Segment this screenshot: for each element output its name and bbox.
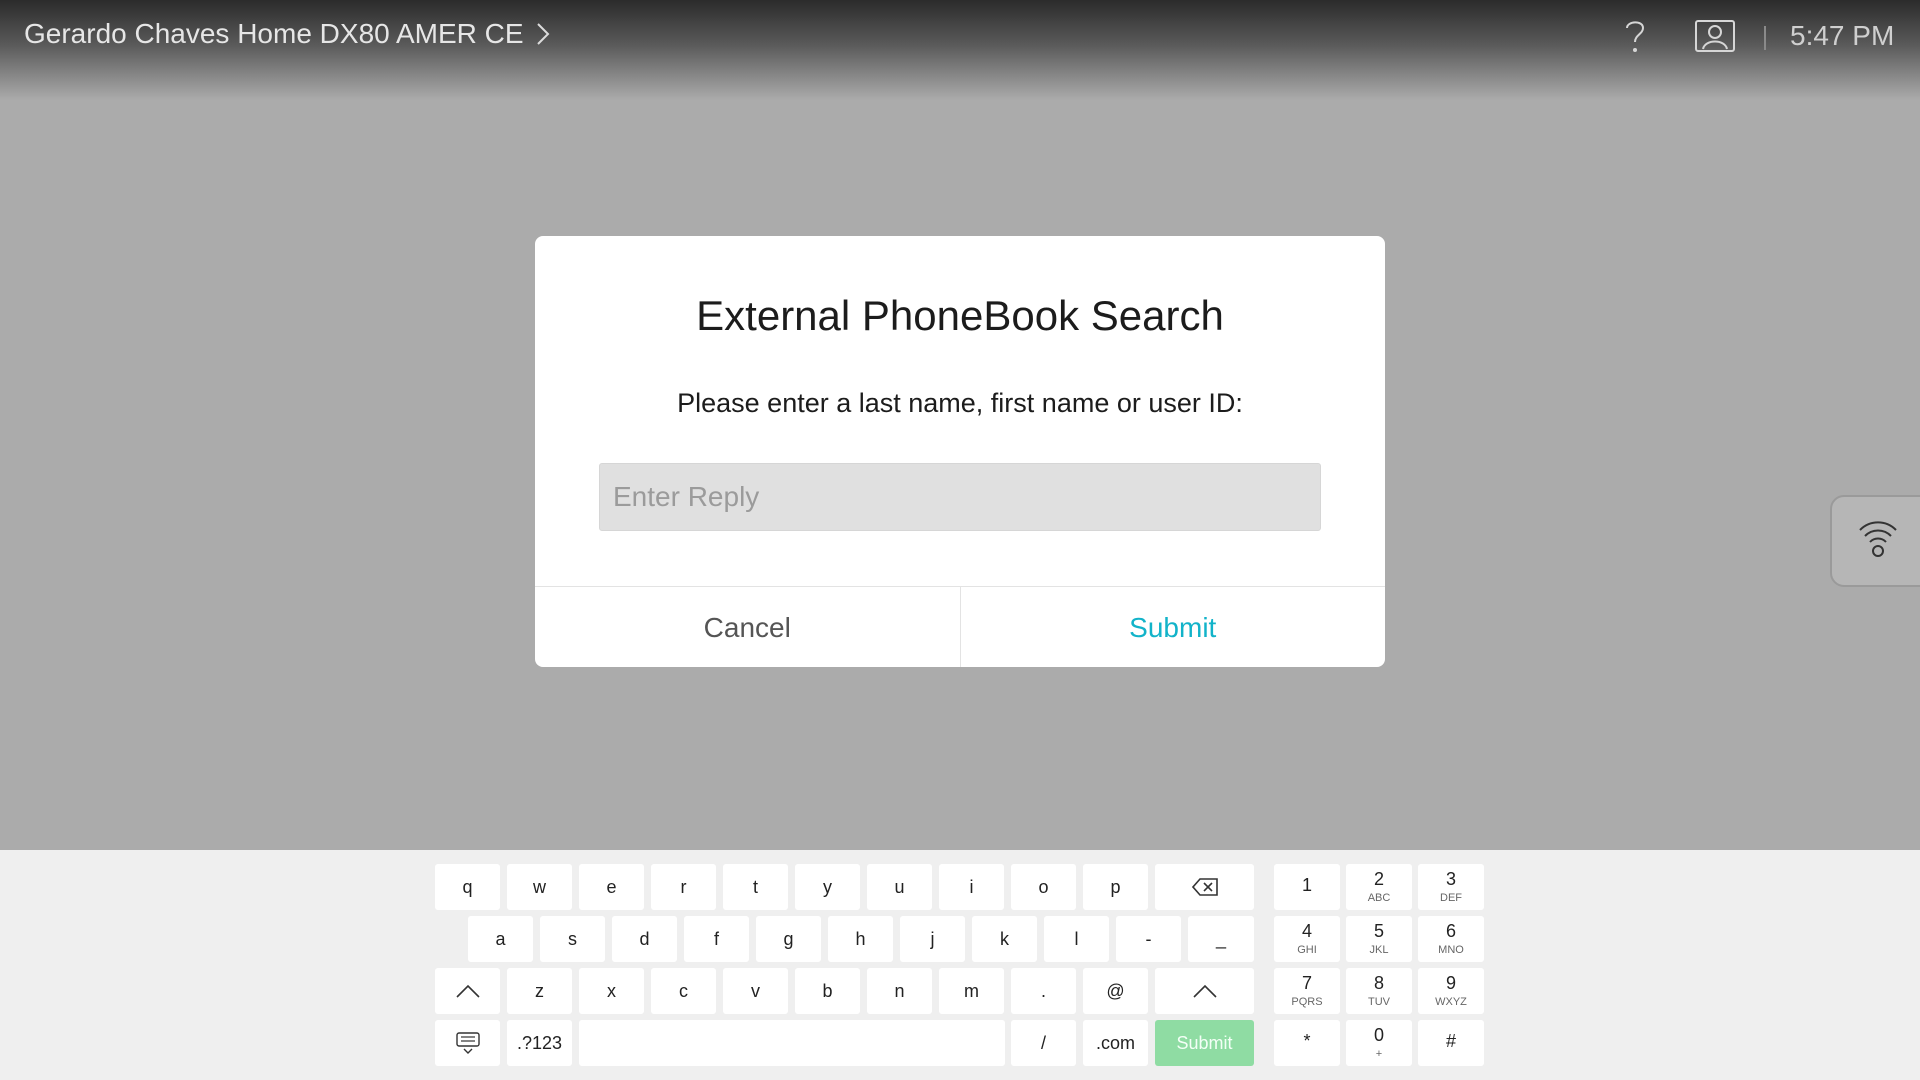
backspace-key[interactable]	[1155, 864, 1254, 910]
hide-keyboard-key[interactable]	[435, 1020, 500, 1066]
key-hyphen[interactable]: -	[1116, 916, 1181, 962]
key-q[interactable]: q	[435, 864, 500, 910]
key-v[interactable]: v	[723, 968, 788, 1014]
dialog-prompt: Please enter a last name, first name or …	[677, 388, 1243, 418]
key-s[interactable]: s	[540, 916, 605, 962]
key-m[interactable]: m	[939, 968, 1004, 1014]
numpad-digit: 9	[1445, 973, 1456, 993]
key-b[interactable]: b	[795, 968, 860, 1014]
key-z[interactable]: z	[507, 968, 572, 1014]
cancel-button[interactable]: Cancel	[535, 587, 961, 667]
help-icon[interactable]	[1618, 16, 1652, 56]
header-divider	[1764, 26, 1766, 50]
symbols-key[interactable]: .?123	[507, 1020, 572, 1066]
shift-key-left[interactable]	[435, 968, 500, 1014]
numpad-digit: 8	[1373, 973, 1384, 993]
keyboard-submit-key[interactable]: Submit	[1155, 1020, 1254, 1066]
numpad-key-9[interactable]: 9 WXYZ	[1418, 968, 1484, 1014]
top-bar: Gerardo Chaves Home DX80 AMER CE 5:47 PM	[0, 0, 1920, 100]
numpad-key-5[interactable]: 5 JKL	[1346, 916, 1412, 962]
key-j[interactable]: j	[900, 916, 965, 962]
numpad-key-7[interactable]: 7 PQRS	[1274, 968, 1340, 1014]
clock: 5:47 PM	[1790, 20, 1895, 51]
hide-keyboard-icon	[455, 1032, 480, 1054]
key-slash[interactable]: /	[1011, 1020, 1076, 1066]
key-e[interactable]: e	[579, 864, 644, 910]
key-at[interactable]: @	[1083, 968, 1148, 1014]
numpad-key-star[interactable]: *	[1274, 1020, 1340, 1066]
key-underscore[interactable]: _	[1188, 916, 1254, 962]
key-o[interactable]: o	[1011, 864, 1076, 910]
numpad-letters: PQRS	[1291, 996, 1323, 1008]
device-name-menu[interactable]: Gerardo Chaves Home DX80 AMER CE	[24, 18, 552, 50]
numpad-letters: ABC	[1367, 892, 1391, 904]
numpad-digit: 1	[1301, 874, 1312, 895]
numpad-key-1[interactable]: 1	[1274, 864, 1340, 910]
key-u[interactable]: u	[867, 864, 932, 910]
numpad-letters: MNO	[1438, 944, 1464, 956]
backspace-icon	[1191, 878, 1218, 896]
numpad-digit: 6	[1445, 921, 1456, 941]
key-a[interactable]: a	[468, 916, 533, 962]
device-name-label: Gerardo Chaves Home DX80 AMER CE	[24, 18, 524, 49]
submit-button[interactable]: Submit	[961, 587, 1386, 667]
space-key[interactable]	[579, 1020, 1005, 1066]
numpad-digit: 4	[1301, 921, 1312, 941]
dialog-actions: Cancel Submit	[535, 586, 1385, 667]
shift-key-right[interactable]	[1155, 968, 1254, 1014]
numpad-digit: #	[1445, 1030, 1456, 1051]
numpad-digit: 7	[1301, 973, 1312, 993]
numpad-key-8[interactable]: 8 TUV	[1346, 968, 1412, 1014]
numpad-letters: JKL	[1369, 944, 1389, 956]
wireless-share-tab[interactable]	[1830, 495, 1920, 587]
key-period[interactable]: .	[1011, 968, 1076, 1014]
key-k[interactable]: k	[972, 916, 1037, 962]
numpad-letters: +	[1375, 1048, 1383, 1060]
numpad-digit: 5	[1373, 921, 1384, 941]
numpad-key-6[interactable]: 6 MNO	[1418, 916, 1484, 962]
chevron-right-icon	[536, 23, 549, 45]
key-h[interactable]: h	[828, 916, 893, 962]
numpad-letters: DEF	[1440, 892, 1462, 904]
key-l[interactable]: l	[1044, 916, 1109, 962]
key-r[interactable]: r	[651, 864, 716, 910]
key-d[interactable]: d	[612, 916, 677, 962]
numpad-digit: 3	[1445, 869, 1456, 889]
numpad-key-4[interactable]: 4 GHI	[1274, 916, 1340, 962]
key-x[interactable]: x	[579, 968, 644, 1014]
key-t[interactable]: t	[723, 864, 788, 910]
numpad-digit: 2	[1373, 869, 1384, 889]
numpad-digit: *	[1303, 1030, 1311, 1051]
wireless-share-icon	[1859, 521, 1897, 557]
shift-icon	[455, 984, 480, 998]
reply-input[interactable]	[599, 463, 1321, 531]
numpad-key-3[interactable]: 3 DEF	[1418, 864, 1484, 910]
numpad-letters: GHI	[1297, 944, 1317, 956]
key-c[interactable]: c	[651, 968, 716, 1014]
numpad-letters: TUV	[1368, 996, 1390, 1008]
phonebook-search-dialog: External PhoneBook Search Please enter a…	[535, 236, 1385, 667]
numpad-key-0[interactable]: 0 +	[1346, 1020, 1412, 1066]
on-screen-keyboard: q w e r t y u i o p a s d f g h j k l - …	[0, 850, 1920, 1080]
shift-icon	[1192, 984, 1217, 998]
key-w[interactable]: w	[507, 864, 572, 910]
contact-card-icon[interactable]	[1694, 18, 1736, 54]
key-y[interactable]: y	[795, 864, 860, 910]
numpad-key-hash[interactable]: #	[1418, 1020, 1484, 1066]
key-n[interactable]: n	[867, 968, 932, 1014]
dotcom-key[interactable]: .com	[1083, 1020, 1148, 1066]
key-g[interactable]: g	[756, 916, 821, 962]
key-p[interactable]: p	[1083, 864, 1148, 910]
numpad-digit: 0	[1373, 1025, 1384, 1045]
numpad-letters: WXYZ	[1435, 996, 1467, 1008]
key-i[interactable]: i	[939, 864, 1004, 910]
key-f[interactable]: f	[684, 916, 749, 962]
dialog-title: External PhoneBook Search	[696, 292, 1224, 339]
numpad-key-2[interactable]: 2 ABC	[1346, 864, 1412, 910]
